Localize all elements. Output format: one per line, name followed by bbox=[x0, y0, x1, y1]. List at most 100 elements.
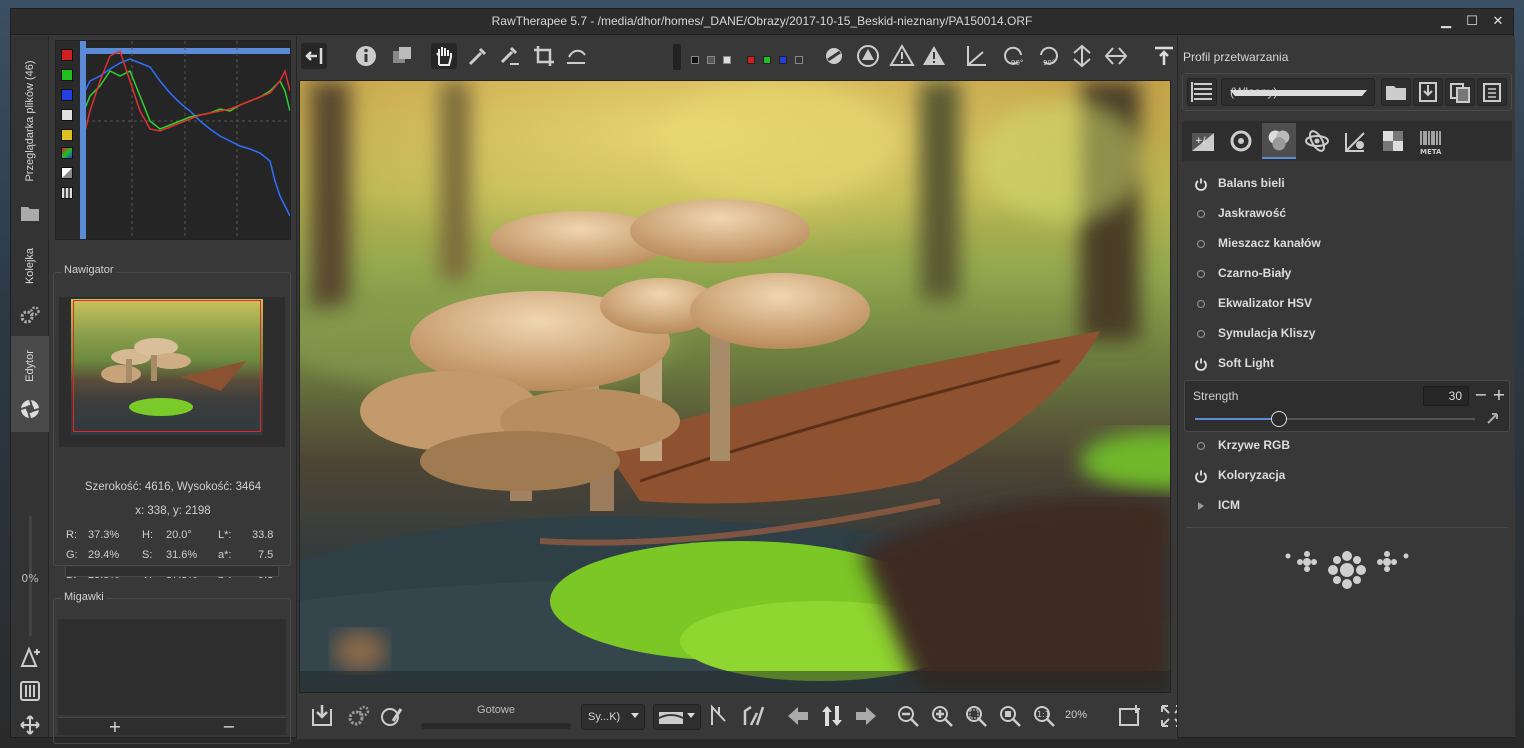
tab-raw-icon[interactable] bbox=[1376, 123, 1410, 159]
tab-transform-icon[interactable] bbox=[1338, 123, 1372, 159]
strength-decrement-button[interactable]: − bbox=[1473, 385, 1489, 405]
move-arrows-icon[interactable] bbox=[19, 714, 41, 736]
save-image-icon[interactable] bbox=[309, 703, 335, 729]
rotate-left-icon[interactable]: 90° bbox=[1001, 43, 1027, 69]
copy-profile-button[interactable] bbox=[1445, 78, 1475, 106]
preview-lum-toggle[interactable] bbox=[795, 56, 803, 64]
minimize-icon[interactable]: ▁ bbox=[1437, 13, 1455, 31]
tool-item[interactable]: Symulacja Kliszy bbox=[1190, 323, 1500, 345]
crop-icon[interactable] bbox=[531, 43, 557, 69]
profile-list-button[interactable] bbox=[1187, 78, 1217, 106]
reset-icon[interactable] bbox=[1485, 411, 1501, 425]
close-icon[interactable]: ✕ bbox=[1489, 13, 1507, 31]
power-off-icon[interactable] bbox=[1194, 439, 1208, 453]
external-editor-icon[interactable] bbox=[379, 703, 405, 729]
info-icon[interactable] bbox=[353, 43, 379, 69]
before-after-icon[interactable] bbox=[389, 43, 415, 69]
expander-arrow-icon[interactable] bbox=[1194, 499, 1208, 513]
paste-profile-button[interactable] bbox=[1477, 78, 1507, 106]
preview-blue-toggle[interactable] bbox=[779, 56, 787, 64]
next-image-icon[interactable] bbox=[853, 703, 879, 729]
gamut-check-icon[interactable] bbox=[741, 703, 767, 729]
straighten-icon[interactable] bbox=[563, 43, 589, 69]
soft-proof-icon[interactable] bbox=[707, 703, 733, 729]
tool-item[interactable]: Soft Light bbox=[1190, 353, 1500, 375]
image-preview[interactable] bbox=[299, 80, 1171, 693]
power-on-icon[interactable] bbox=[1194, 177, 1208, 191]
new-detail-window-icon[interactable] bbox=[1117, 703, 1143, 729]
preview-white-toggle[interactable] bbox=[723, 56, 731, 64]
histogram-red-toggle[interactable] bbox=[61, 49, 73, 61]
power-off-icon[interactable] bbox=[1194, 297, 1208, 311]
preview-green-toggle[interactable] bbox=[763, 56, 771, 64]
zoom-in-icon[interactable] bbox=[929, 703, 955, 729]
preview-mode-handle[interactable] bbox=[673, 44, 681, 70]
previous-image-icon[interactable] bbox=[785, 703, 811, 729]
gamut-combo[interactable] bbox=[653, 704, 701, 730]
shadow-clipping-icon[interactable] bbox=[855, 43, 881, 69]
tool-item[interactable]: Ekwalizator HSV bbox=[1190, 293, 1500, 315]
hide-top-panel-icon[interactable] bbox=[1151, 43, 1177, 69]
tab-queue[interactable]: Kolejka bbox=[11, 236, 49, 296]
zoom-100-icon[interactable]: 1:1 bbox=[1031, 703, 1057, 729]
navigator-thumbnail[interactable] bbox=[59, 297, 285, 447]
folder-icon[interactable] bbox=[19, 202, 41, 224]
rotate-right-icon[interactable]: 90° bbox=[1035, 43, 1061, 69]
tool-item[interactable]: Jaskrawość bbox=[1190, 203, 1500, 225]
tool-item[interactable]: Krzywe RGB bbox=[1190, 435, 1500, 457]
save-profile-button[interactable] bbox=[1413, 78, 1443, 106]
flip-horizontal-icon[interactable] bbox=[1103, 43, 1129, 69]
power-off-icon[interactable] bbox=[1194, 267, 1208, 281]
histogram-chroma-toggle[interactable] bbox=[61, 129, 73, 141]
tab-editor[interactable]: Edytor bbox=[11, 336, 49, 432]
preview-black-toggle[interactable] bbox=[691, 56, 699, 64]
send-to-queue-icon[interactable] bbox=[19, 646, 41, 668]
power-off-icon[interactable] bbox=[1194, 237, 1208, 251]
histogram-bar-toggle[interactable] bbox=[61, 167, 73, 179]
tab-detail-icon[interactable] bbox=[1224, 123, 1258, 159]
tool-item[interactable]: Czarno-Biały bbox=[1190, 263, 1500, 285]
tab-color-icon[interactable] bbox=[1262, 123, 1296, 159]
sliders-icon[interactable] bbox=[19, 680, 41, 702]
gears-icon[interactable] bbox=[19, 304, 41, 326]
power-on-icon[interactable] bbox=[1194, 469, 1208, 483]
histogram-luminance-toggle[interactable] bbox=[61, 109, 73, 121]
maximize-icon[interactable]: ☐ bbox=[1463, 13, 1481, 31]
power-off-icon[interactable] bbox=[1194, 207, 1208, 221]
strength-increment-button[interactable]: + bbox=[1491, 385, 1507, 405]
preview-red-toggle[interactable] bbox=[747, 56, 755, 64]
open-profile-button[interactable] bbox=[1381, 78, 1411, 106]
profile-combo[interactable]: (Własny) bbox=[1221, 78, 1375, 106]
tab-metadata-icon[interactable]: META bbox=[1414, 123, 1448, 159]
add-snapshot-button[interactable]: + bbox=[58, 717, 172, 736]
perspective-icon[interactable] bbox=[963, 43, 989, 69]
focus-mask-icon[interactable] bbox=[821, 43, 847, 69]
preview-gray-toggle[interactable] bbox=[707, 56, 715, 64]
histogram-mode-toggle[interactable] bbox=[61, 187, 73, 199]
sync-images-icon[interactable] bbox=[819, 703, 845, 729]
hand-tool-icon[interactable] bbox=[431, 43, 457, 69]
tool-item[interactable]: Mieszacz kanałów bbox=[1190, 233, 1500, 255]
flip-vertical-icon[interactable] bbox=[1069, 43, 1095, 69]
color-picker-icon[interactable] bbox=[497, 43, 523, 69]
strength-value-input[interactable]: 30 bbox=[1423, 386, 1469, 406]
tool-item[interactable]: ICM bbox=[1190, 495, 1500, 517]
histogram-raw-toggle[interactable] bbox=[61, 147, 73, 159]
tool-item[interactable]: Balans bieli bbox=[1190, 173, 1500, 195]
strength-slider[interactable] bbox=[1195, 411, 1475, 427]
queue-add-icon[interactable] bbox=[345, 703, 371, 729]
navigator-scroll-stub[interactable] bbox=[65, 567, 279, 577]
output-profile-combo[interactable]: Sy...K) bbox=[581, 704, 645, 730]
strength-slider-knob[interactable] bbox=[1271, 411, 1287, 427]
power-on-icon[interactable] bbox=[1194, 357, 1208, 371]
highlight-warning-icon[interactable] bbox=[889, 43, 915, 69]
zoom-fit-crop-icon[interactable] bbox=[997, 703, 1023, 729]
power-off-icon[interactable] bbox=[1194, 327, 1208, 341]
zoom-out-icon[interactable] bbox=[895, 703, 921, 729]
hide-left-panel-icon[interactable] bbox=[301, 43, 327, 69]
snapshots-list[interactable] bbox=[58, 619, 286, 715]
tab-advanced-icon[interactable] bbox=[1300, 123, 1334, 159]
navigator-viewport-frame[interactable] bbox=[73, 300, 261, 432]
histogram-blue-toggle[interactable] bbox=[61, 89, 73, 101]
tool-item[interactable]: Koloryzacja bbox=[1190, 465, 1500, 487]
